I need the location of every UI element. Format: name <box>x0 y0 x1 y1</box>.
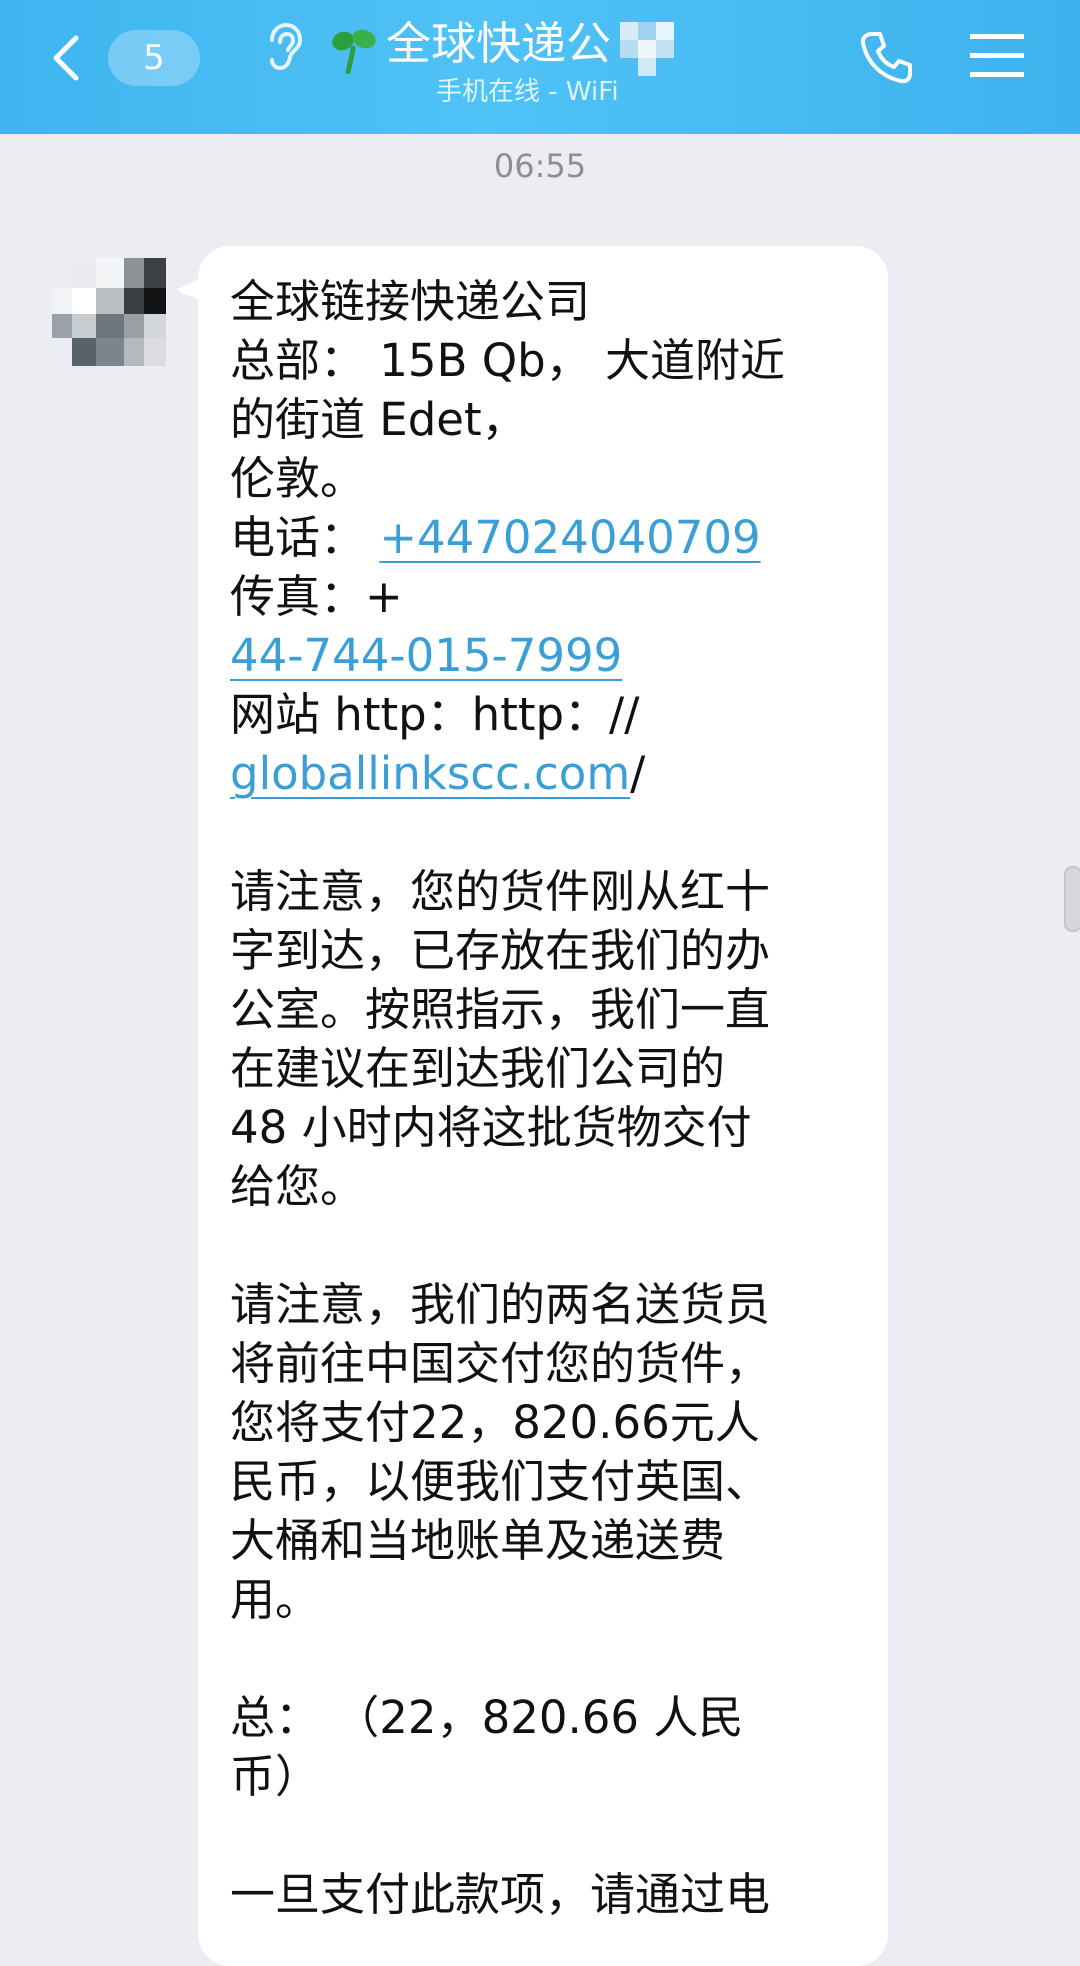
scrollbar-handle[interactable] <box>1064 866 1080 932</box>
sprout-icon <box>332 29 376 74</box>
website-line: globallinkscc.com/ <box>230 744 870 803</box>
text-line: 给您。 <box>230 1160 366 1213</box>
unread-count-badge: 5 <box>108 30 200 86</box>
text-line: 将前往中国交付您的货件， <box>230 1337 771 1390</box>
text-line: 大桶和当地账单及递送费 <box>230 1514 726 1567</box>
website-label: 网站 http：http：// <box>230 688 640 741</box>
chat-header: 5 全球快递公 手机在线 - WiFi <box>0 0 1080 134</box>
text-line: 民币，以便我们支付英国、 <box>230 1455 771 1508</box>
text-line: 在建议在到达我们公司的 <box>230 1042 726 1095</box>
message-timestamp: 06:55 <box>493 147 587 185</box>
phone-icon[interactable] <box>858 30 914 86</box>
message-text[interactable]: 全球链接快递公司 总部： 15B Qb， 大道附近 的街道 Edet， 伦敦。 … <box>230 272 870 1924</box>
text-line: 48 小时内将这批货物交付 <box>230 1101 752 1154</box>
total-line: 币） <box>230 1750 321 1803</box>
chat-title: 全球快递公 <box>386 17 612 70</box>
back-chevron-icon <box>53 35 79 81</box>
fax-link[interactable]: 44-744-015-7999 <box>230 629 622 682</box>
text-line: 用。 <box>230 1573 321 1626</box>
menu-icon[interactable] <box>970 32 1024 80</box>
text-line: 您将支付22，820.66元人 <box>230 1396 760 1449</box>
text-line: 伦敦。 <box>230 452 366 505</box>
website-link[interactable]: globallinkscc.com <box>230 747 630 800</box>
text-line: 公室。按照指示，我们一直 <box>230 983 771 1036</box>
sender-avatar[interactable] <box>52 258 168 368</box>
phone-link[interactable]: +447024040709 <box>379 511 760 564</box>
text-line: 请注意，您的货件刚从红十 <box>230 865 771 918</box>
text-line: 字到达，已存放在我们的办 <box>230 924 771 977</box>
total-line: 总： （22，820.66 人民 <box>230 1691 744 1744</box>
text-line: 的街道 Edet， <box>230 393 527 446</box>
phone-line: 电话： +447024040709 <box>230 508 870 567</box>
text-line: 一旦支付此款项，请通过电 <box>230 1868 771 1921</box>
online-status: 手机在线 - WiFi <box>436 77 619 107</box>
text-line: 总部： 15B Qb， 大道附近 <box>230 334 786 387</box>
text-line: 请注意，我们的两名送货员 <box>230 1278 771 1331</box>
fax-line: 44-744-015-7999 <box>230 626 870 685</box>
ear-icon[interactable] <box>262 22 304 72</box>
back-button[interactable]: 5 <box>38 26 200 90</box>
fax-label: 传真：+ <box>230 570 403 623</box>
website-suffix: / <box>630 747 646 800</box>
text-line: 全球链接快递公司 <box>230 275 591 328</box>
phone-label: 电话： <box>230 511 366 564</box>
title-redaction-mosaic <box>620 18 690 78</box>
